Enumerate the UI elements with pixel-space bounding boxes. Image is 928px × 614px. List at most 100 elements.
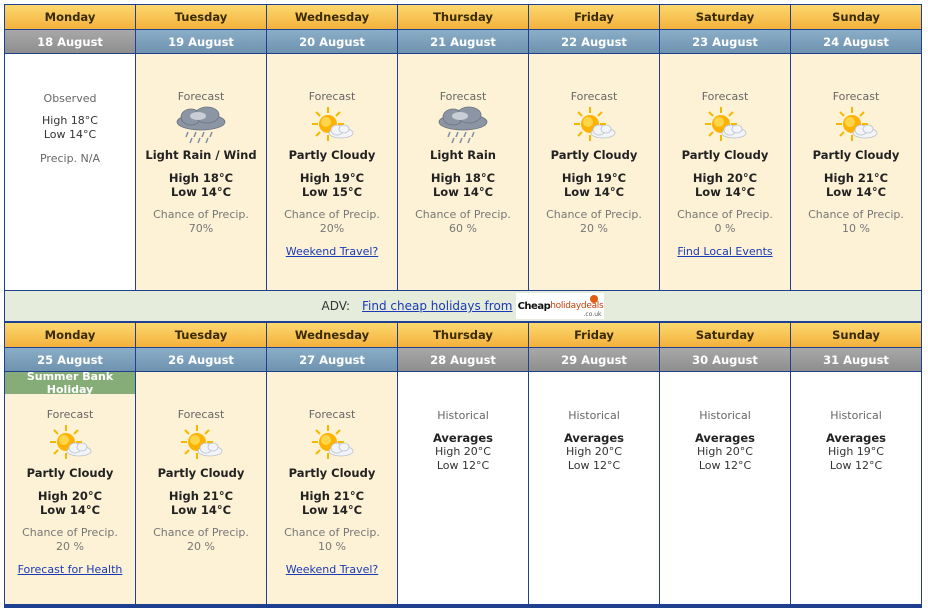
date-header: 20 August [267, 30, 397, 53]
averages-label: Averages [825, 431, 887, 445]
condition-text: Partly Cloudy [812, 148, 900, 162]
averages-label: Averages [432, 431, 494, 445]
date-header: 28 August [398, 348, 528, 371]
day-header: Wednesday [267, 5, 397, 29]
adv-logo[interactable]: Cheap holidaydeals .co.uk [516, 293, 605, 319]
partly-cloudy-icon [574, 107, 616, 141]
day-cell: Forecast Partly Cloudy High 20°C Low 14°… [660, 54, 790, 290]
precip-chance-label: Chance of Precip. [415, 208, 511, 221]
averages-label: Averages [694, 431, 756, 445]
precip-chance-value: 60 % [449, 222, 477, 235]
high-temp: High 20°C [692, 171, 758, 185]
condition-text: Partly Cloudy [550, 148, 638, 162]
condition-text: Partly Cloudy [157, 466, 245, 480]
high-temp: High 20°C [37, 489, 103, 503]
partly-cloudy-icon [836, 107, 878, 141]
low-temp: Low 14°C [825, 185, 887, 199]
low-temp: Low 14°C [39, 503, 101, 517]
precip-chance-label: Chance of Precip. [808, 208, 904, 221]
rain-icon [176, 106, 226, 144]
adv-link[interactable]: Find cheap holidays from [362, 299, 512, 313]
low-temp: Low 15°C [301, 185, 363, 199]
day-header: Tuesday [136, 323, 266, 347]
high-temp: High 21°C [168, 489, 234, 503]
precip-chance-label: Chance of Precip. [677, 208, 773, 221]
precip-chance-value: 20 % [580, 222, 608, 235]
day-cell: Forecast Light Rain / Wind High 18°C Low… [136, 54, 266, 290]
cell-link[interactable]: Weekend Travel? [286, 563, 379, 576]
low-temp: Low 12°C [436, 459, 490, 472]
precip-chance-value: 70% [188, 222, 214, 235]
day-header: Sunday [791, 323, 921, 347]
low-temp: Low 12°C [567, 459, 621, 472]
date-header: 19 August [136, 30, 266, 53]
precip-chance-label: Chance of Precip. [22, 526, 118, 539]
low-temp: Low 14°C [43, 128, 97, 141]
day-cell: Historical Averages High 20°C Low 12°C [398, 372, 528, 604]
date-header: 24 August [791, 30, 921, 53]
partly-cloudy-icon [705, 107, 747, 141]
day-header: Monday [5, 323, 135, 347]
cell-link[interactable]: Weekend Travel? [286, 245, 379, 258]
week-2-grid: Monday Tuesday Wednesday Thursday Friday Satu… [5, 323, 921, 604]
low-temp: Low 14°C [170, 185, 232, 199]
low-temp: Low 12°C [829, 459, 883, 472]
day-header: Sunday [791, 5, 921, 29]
forecast-label: Forecast [439, 90, 487, 103]
weather-table: Monday Tuesday Wednesday Thursday Friday Satu… [4, 4, 922, 608]
date-header: 22 August [529, 30, 659, 53]
forecast-label: Forecast [570, 90, 618, 103]
day-cell: Historical Averages High 20°C Low 12°C [660, 372, 790, 604]
low-temp: Low 14°C [170, 503, 232, 517]
historical-label: Historical [568, 409, 620, 422]
high-temp: High 19°C [299, 171, 365, 185]
precip-chance-label: Chance of Precip. [284, 526, 380, 539]
condition-text: Partly Cloudy [288, 148, 376, 162]
forecast-label: Forecast [832, 90, 880, 103]
date-header: 31 August [791, 348, 921, 371]
day-header: Friday [529, 5, 659, 29]
day-cell: Historical Averages High 19°C Low 12°C [791, 372, 921, 604]
condition-text: Partly Cloudy [288, 466, 376, 480]
condition-text: Partly Cloudy [26, 466, 114, 480]
historical-label: Historical [699, 409, 751, 422]
date-header: 27 August [267, 348, 397, 371]
forecast-label: Forecast [46, 408, 94, 421]
adv-logo-word1: Cheap [517, 300, 551, 312]
date-header: 23 August [660, 30, 790, 53]
condition-text: Light Rain / Wind [145, 148, 257, 162]
date-header: 26 August [136, 348, 266, 371]
precip-chance-value: 20 % [56, 540, 84, 553]
day-cell: Forecast Partly Cloudy High 21°C Low 14°… [136, 372, 266, 604]
forecast-label: Forecast [177, 408, 225, 421]
day-header: Monday [5, 5, 135, 29]
condition-text: Light Rain [430, 148, 496, 162]
cell-link[interactable]: Forecast for Health [18, 563, 123, 576]
low-temp: Low 14°C [432, 185, 494, 199]
high-temp: High 18°C [42, 114, 98, 127]
high-temp: High 19°C [561, 171, 627, 185]
day-cell: Forecast Partly Cloudy High 21°C Low 14°… [267, 372, 397, 604]
low-temp: Low 14°C [563, 185, 625, 199]
day-header: Thursday [398, 5, 528, 29]
high-temp: High 20°C [435, 445, 491, 458]
date-header: 29 August [529, 348, 659, 371]
cell-link[interactable]: Find Local Events [677, 245, 772, 258]
day-cell: Forecast Partly Cloudy High 19°C Low 15°… [267, 54, 397, 290]
historical-label: Historical [437, 409, 489, 422]
high-temp: High 18°C [430, 171, 496, 185]
adv-prefix: ADV: [321, 299, 351, 313]
forecast-label: Forecast [308, 90, 356, 103]
day-cell: Observed High 18°C Low 14°C Precip. N/A [5, 54, 135, 290]
condition-text: Partly Cloudy [681, 148, 769, 162]
date-header: 25 August [5, 348, 135, 371]
precip-chance-value: 10 % [318, 540, 346, 553]
day-header: Wednesday [267, 323, 397, 347]
partly-cloudy-icon [181, 425, 223, 459]
forecast-label: Forecast [701, 90, 749, 103]
day-cell: Summer Bank Holiday Forecast Partly Clou… [5, 370, 135, 604]
date-header: 30 August [660, 348, 790, 371]
forecast-label: Forecast [308, 408, 356, 421]
date-header: 21 August [398, 30, 528, 53]
day-header: Saturday [660, 5, 790, 29]
